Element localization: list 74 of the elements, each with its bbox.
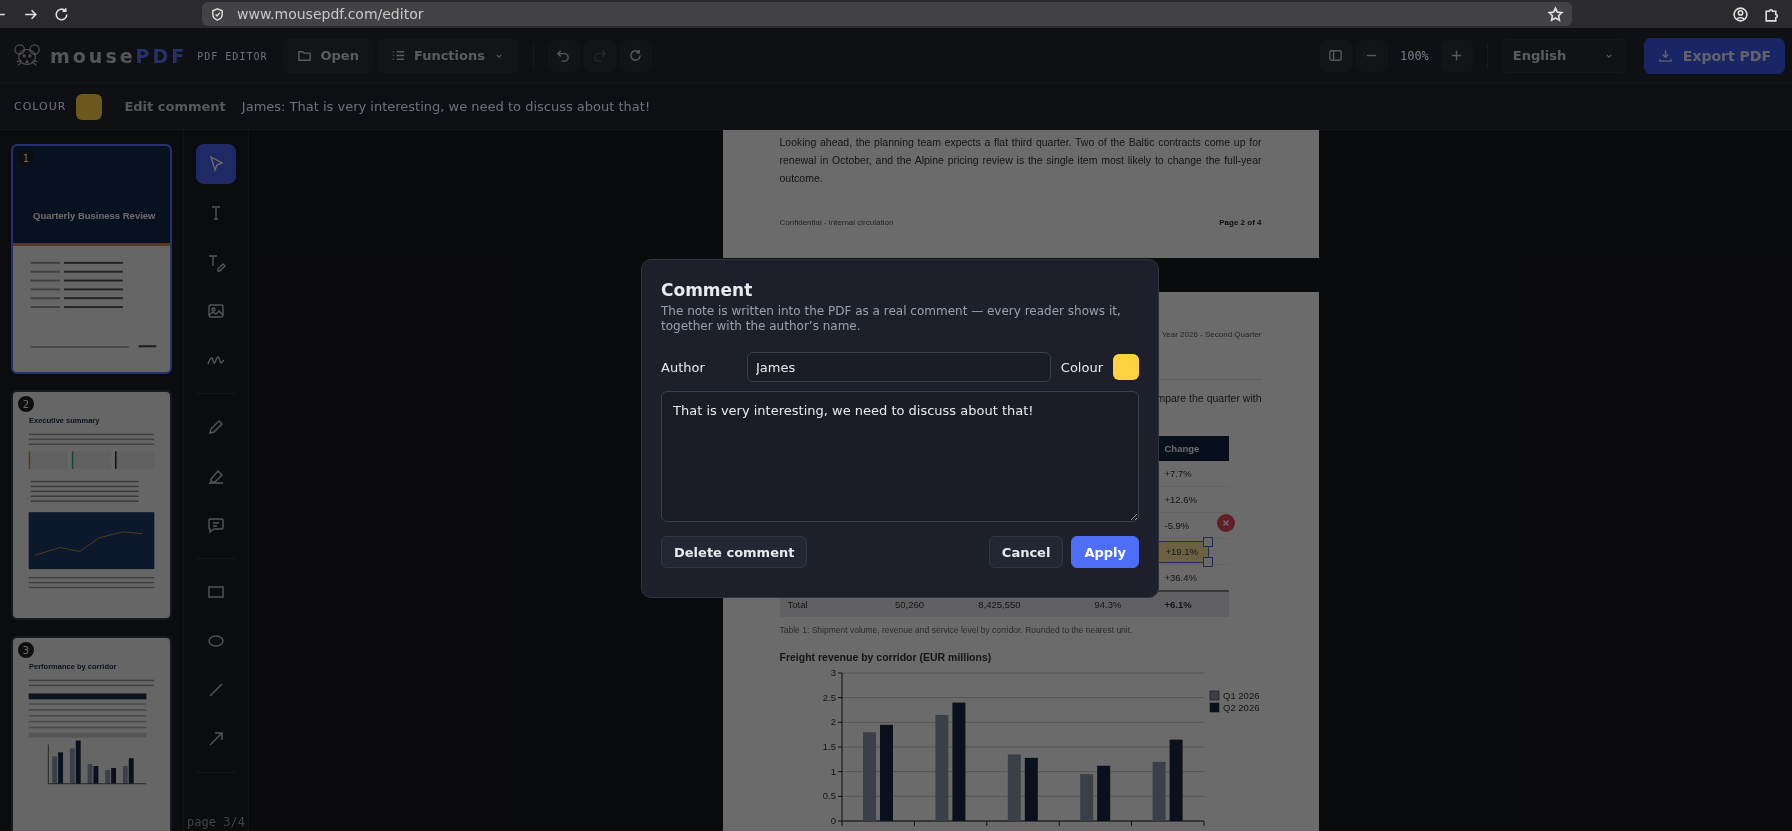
bar bbox=[1096, 765, 1110, 821]
table-cell: +6.1% bbox=[1156, 591, 1229, 617]
table-cell: +19.1% bbox=[1165, 546, 1198, 557]
page-thumbnail[interactable]: 1 Quarterly Business Review bbox=[11, 144, 172, 374]
download-icon bbox=[1657, 48, 1673, 63]
bar bbox=[1152, 761, 1166, 821]
author-field[interactable]: James bbox=[747, 352, 1051, 382]
page-number-badge: 2 bbox=[18, 396, 34, 412]
resize-handle[interactable] bbox=[1202, 536, 1213, 547]
bar bbox=[1024, 757, 1038, 821]
select-tool[interactable] bbox=[196, 144, 236, 184]
table-cell-text: +36.4% bbox=[1163, 572, 1197, 583]
thumbnail-title: Quarterly Business Review bbox=[33, 210, 156, 221]
edit-mode-label: Edit comment bbox=[124, 99, 226, 114]
language-select[interactable]: English bbox=[1501, 38, 1626, 73]
axis-tick-label: 1.5 bbox=[822, 741, 836, 752]
dialog-title: Comment bbox=[661, 280, 754, 300]
table-cell-text: +12.6% bbox=[1163, 494, 1197, 505]
resize-handle[interactable] bbox=[1202, 556, 1213, 567]
page-number-badge: 3 bbox=[18, 642, 34, 658]
zoom-out-button[interactable] bbox=[1355, 39, 1388, 72]
comment-field[interactable]: That is very interesting, we need to discuss about that! bbox=[661, 391, 1139, 522]
bar bbox=[1007, 754, 1021, 821]
colour-label: Colour bbox=[1060, 359, 1103, 375]
chart-title: Freight revenue by corridor (EUR millions) bbox=[779, 651, 993, 663]
address-bar[interactable]: www.mousepdf.com/editor bbox=[202, 2, 1572, 26]
cancel-button[interactable]: Cancel bbox=[988, 536, 1064, 568]
comment-icon bbox=[206, 515, 226, 535]
table-cell-text: -5.9% bbox=[1163, 520, 1190, 531]
delete-comment-button[interactable]: Delete comment bbox=[661, 536, 808, 568]
shield-icon bbox=[210, 6, 225, 22]
colour-label: COLOUR bbox=[14, 100, 67, 113]
reload-button[interactable] bbox=[619, 39, 652, 72]
axis-tick-label: 0.5 bbox=[822, 790, 836, 802]
table-cell-text: +7.7% bbox=[1163, 468, 1192, 479]
zoom-level: 100% bbox=[1399, 48, 1429, 63]
export-pdf-button[interactable]: Export PDF bbox=[1643, 37, 1785, 74]
list-icon bbox=[390, 48, 406, 63]
mouse-logo-icon bbox=[14, 42, 42, 69]
comment-preview: James: That is very interesting, we need to discuss about that! bbox=[241, 99, 651, 114]
bar bbox=[1079, 774, 1093, 821]
url-text: www.mousepdf.com/editor bbox=[237, 6, 424, 22]
functions-menu-button[interactable]: Functions bbox=[376, 38, 519, 73]
undo-button[interactable] bbox=[547, 39, 580, 72]
axis-tick-label: 2 bbox=[830, 716, 836, 728]
reload-icon[interactable] bbox=[53, 5, 70, 23]
folder-icon bbox=[297, 48, 313, 63]
column-header: Change bbox=[1156, 436, 1229, 461]
account-icon[interactable] bbox=[1732, 5, 1749, 23]
logo-text: mouse PDF bbox=[50, 44, 188, 67]
legend-label: Q1 2026 bbox=[1222, 690, 1259, 701]
colour-picker[interactable] bbox=[1113, 354, 1139, 380]
colour-swatch[interactable] bbox=[76, 93, 103, 120]
image-icon bbox=[206, 301, 226, 321]
open-button[interactable]: Open bbox=[283, 38, 373, 73]
delete-icon[interactable] bbox=[1216, 513, 1235, 532]
star-icon[interactable] bbox=[1547, 5, 1564, 23]
axis-tick-label: 2.5 bbox=[822, 691, 836, 703]
axis-tick-label: 1 bbox=[830, 765, 836, 777]
apply-button[interactable]: Apply bbox=[1071, 536, 1139, 568]
sidebar-icon bbox=[1328, 48, 1344, 63]
axis-tick-label: 0 bbox=[830, 815, 836, 826]
page-number: Page 2 of 4 bbox=[1219, 218, 1262, 227]
axis-tick-label: 3 bbox=[830, 667, 836, 678]
paragraph: Looking ahead, the planning team expects a flat third quarter. Two of the Baltic contracts come up for renewal in October, and the Alpine pricing review is the single item most likely to change the full-year outcome. bbox=[779, 135, 1262, 186]
reload-icon bbox=[628, 48, 644, 63]
dialog-description: The note is written into the PDF as a real comment — every reader shows it, together with the author’s name. bbox=[661, 304, 1122, 334]
zoom-in-button[interactable] bbox=[1440, 39, 1473, 72]
text-pen-icon bbox=[206, 252, 226, 272]
app-subtitle: PDF EDITOR bbox=[197, 51, 268, 62]
sidebar-toggle-button[interactable] bbox=[1319, 39, 1352, 72]
legend-label: Q2 2026 bbox=[1222, 702, 1259, 713]
author-label: Author bbox=[661, 359, 706, 375]
undo-icon bbox=[556, 48, 572, 63]
